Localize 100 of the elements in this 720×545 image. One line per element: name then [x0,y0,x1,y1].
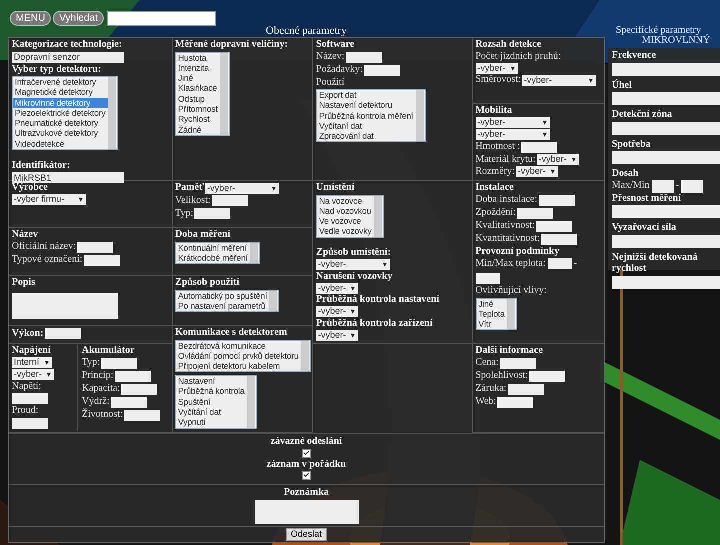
search-field[interactable] [107,10,216,26]
list-option[interactable]: Vítr [476,319,507,330]
input-field[interactable] [12,393,48,404]
dropdown[interactable]: -vyber- [316,282,358,294]
list-option[interactable]: Přítomnost [176,104,220,114]
dropdown[interactable]: -vyber- [476,62,518,74]
list-box[interactable]: Na vozovce Nad vozovkou Ve vozovce Vedle vozovky [316,194,384,238]
list-option[interactable]: Odstup [176,94,220,104]
list-option[interactable]: Jiné [176,73,220,84]
input-field[interactable] [536,220,572,232]
list-option[interactable]: Po nastavení parametrů [176,300,270,312]
input-field[interactable] [612,151,720,164]
input-field[interactable] [346,52,382,62]
list-option[interactable]: Nastavení [176,376,247,386]
input-field[interactable] [652,180,674,192]
input-field[interactable]: Dopravní senzor [12,52,124,62]
list-option[interactable]: Bezdrátová komunikace [176,340,301,351]
list-option[interactable]: Krátkodobé měření [176,252,250,264]
list-option[interactable]: Videodetekce [13,138,108,150]
input-field[interactable] [541,234,578,244]
list-box[interactable]: Export dat Nastavení detektoru Průběžná kontrola měření Vyčítaní dat Zpracování dat [316,89,426,142]
list-box[interactable]: Jiné Teplota Vítr [476,298,517,330]
input-field[interactable] [681,180,704,192]
list-option[interactable]: Vyčítaní dat [317,120,416,132]
list-option[interactable]: Na vozovce [317,196,374,206]
input-field[interactable] [121,384,158,394]
input-field[interactable] [212,195,248,206]
input-field[interactable] [12,418,48,428]
list-option[interactable]: Magnetické detektory [13,87,108,98]
input-field[interactable] [84,254,120,266]
input-field[interactable] [612,122,720,134]
dropdown[interactable]: -vyber firmu- [12,194,86,205]
input-field[interactable] [497,396,534,408]
list-option[interactable]: Ovládání pomocí prvků detektoru [176,350,301,362]
list-box[interactable]: Hustota Intenzita Jiné Klasifikace Odstup Přítomnost Rychlost Žádné [175,52,230,136]
input-field[interactable] [364,64,400,76]
list-option[interactable]: Intenzita [176,62,220,74]
list-option[interactable]: Infračervené detektory [13,77,108,88]
dropdown[interactable]: -vyber- [316,306,358,318]
list-option[interactable]: Teplota [476,308,507,320]
input-field[interactable] [77,242,114,252]
list-option[interactable]: Automatický po spuštění [176,290,270,301]
input-field[interactable] [612,234,720,248]
list-box[interactable]: Bezdrátová komunikace Ovládání pomocí prvků detektoru Připojení detektoru kabelem [175,340,311,372]
input-field[interactable] [124,410,160,420]
dropdown[interactable]: -vyber- [316,330,358,341]
input-field[interactable] [612,276,720,288]
list-option[interactable]: Průběžná kontrola [176,386,247,397]
dropdown[interactable]: -vyber- [522,74,596,86]
input-field[interactable] [521,142,558,152]
input-field[interactable] [508,384,544,394]
input-field[interactable] [612,62,720,76]
list-option[interactable]: Průběžná kontrola měření [317,110,416,121]
input-field[interactable] [612,205,720,218]
submit-button[interactable]: Odeslat [286,528,328,540]
input-field[interactable] [44,328,81,339]
dropdown[interactable]: -vyber- [476,117,550,128]
input-field[interactable] [538,194,574,206]
dropdown[interactable]: -vyber- [536,154,579,165]
list-box[interactable]: Infračervené detektory Magnetické detektory Mikrovlnné detektory Piezoelektrické detektory Pneumatické detektory Ultrazvukové detektory Videodetekce [12,76,118,150]
input-field[interactable] [517,208,554,218]
dropdown[interactable]: -vyber- [205,182,280,194]
list-option[interactable]: Připojení detektoru kabelem [176,361,301,372]
input-field[interactable] [110,396,147,408]
list-box[interactable]: Automatický po spuštění Po nastavení parametrů [175,290,280,312]
list-option[interactable]: Žádné [176,124,220,135]
list-option[interactable]: Rychlost [176,114,220,125]
list-option[interactable]: Pneumatické detektory [13,118,108,128]
list-option[interactable]: Jiné [476,298,507,309]
list-box[interactable]: Nastavení Průběžná kontrola Spuštění Vyčítání dat Vypnutí [175,375,257,429]
list-box[interactable]: Kontinuální měření Krátkodobé měření [175,242,260,264]
list-option[interactable]: Ve vozovce [317,216,374,226]
text-area[interactable] [254,500,358,524]
dropdown[interactable]: -vyber- [316,259,390,270]
dropdown[interactable]: -vyber- [476,129,550,140]
input-field[interactable] [194,208,230,219]
list-option[interactable]: Piezoelektrické detektory [13,108,108,118]
input-field[interactable] [500,358,536,368]
input-field[interactable] [101,358,138,368]
input-field[interactable] [612,92,720,105]
list-option[interactable]: Mikrovlnné detektory [13,98,108,108]
list-option[interactable]: Hustota [176,52,220,63]
checkbox[interactable] [302,471,311,480]
dropdown[interactable]: -vyber- [516,166,558,177]
input-field[interactable] [476,273,500,284]
list-option[interactable]: Vypnutí [176,417,247,428]
list-option[interactable]: Klasifikace [176,83,220,94]
list-option[interactable]: Nad vozovkou [317,206,374,216]
input-field[interactable] [548,258,572,269]
input-field[interactable]: MikRSB1 [12,172,124,184]
list-option[interactable]: Nastavení detektoru [317,100,416,111]
list-option[interactable]: Kontinuální měření [176,242,250,253]
list-option[interactable]: Ultrazvukové detektory [13,128,108,139]
input-field[interactable] [114,370,151,382]
input-field[interactable] [529,370,566,382]
checkbox[interactable] [302,448,311,458]
list-option[interactable]: Spuštění [176,396,247,407]
list-option[interactable]: Zpracování dat [317,131,416,142]
dropdown[interactable]: Interní [12,357,52,368]
list-option[interactable]: Vedle vozovky [317,226,374,237]
